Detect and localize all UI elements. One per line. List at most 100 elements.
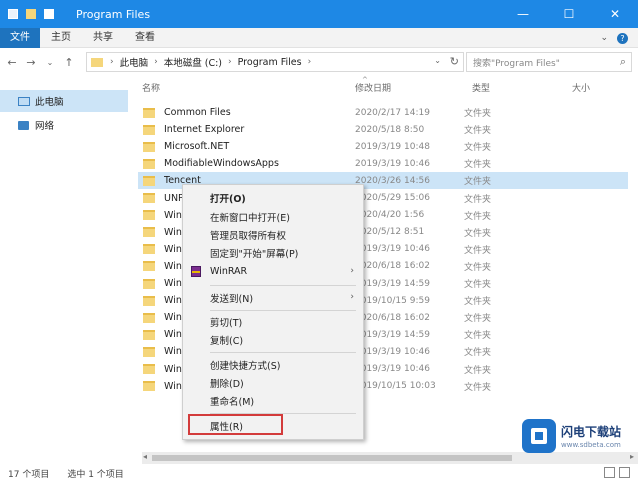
folder-icon xyxy=(143,107,155,118)
file-type: 文件夹 xyxy=(464,331,492,342)
folder-icon xyxy=(143,346,155,357)
breadcrumb-local-disk[interactable]: 本地磁盘 (C:) xyxy=(164,55,222,69)
file-date: 2019/3/19 10:46 xyxy=(355,364,430,374)
file-type: 文件夹 xyxy=(464,314,492,325)
menu-item-copy[interactable]: 复制(C) xyxy=(183,330,363,349)
column-header-date[interactable]: 修改日期 xyxy=(355,81,391,94)
file-type: 文件夹 xyxy=(464,382,492,393)
file-date: 2019/10/15 9:59 xyxy=(355,295,430,306)
breadcrumb-separator[interactable]: › xyxy=(154,57,158,67)
file-type: 文件夹 xyxy=(464,280,492,290)
menu-item-take-ownership[interactable]: 管理员取得所有权 xyxy=(183,225,363,244)
file-name: ModifiableWindowsApps xyxy=(164,158,279,170)
scrollbar-thumb[interactable] xyxy=(152,455,512,461)
breadcrumb-separator[interactable]: › xyxy=(228,57,232,67)
column-header-size[interactable]: 大小 xyxy=(572,81,590,94)
sidebar-item-network[interactable]: 网络 xyxy=(0,114,128,136)
file-type: 文件夹 xyxy=(464,126,492,137)
column-header-type[interactable]: 类型 xyxy=(472,81,490,94)
menu-item-winrar[interactable]: WinRAR › xyxy=(183,262,363,281)
table-row[interactable]: Microsoft.NET 2019/3/19 10:48 文件夹 xyxy=(138,138,628,155)
file-date: 2020/5/18 8:50 xyxy=(355,124,425,135)
site-logo-icon xyxy=(522,419,556,453)
recent-locations-button[interactable]: ⌄ xyxy=(43,58,57,67)
search-icon[interactable]: ⌕ xyxy=(620,55,626,69)
file-date: 2020/4/20 1:56 xyxy=(355,210,425,221)
menu-item-create-shortcut[interactable]: 创建快捷方式(S) xyxy=(183,355,363,374)
file-date: 2020/5/29 15:06 xyxy=(355,193,430,203)
breadcrumb-separator[interactable]: › xyxy=(308,57,312,67)
address-row: ← → ⌄ ↑ › 此电脑 › 本地磁盘 (C:) › Program File… xyxy=(0,48,638,76)
menu-item-send-to[interactable]: 发送到(N) › xyxy=(183,288,363,307)
highlight-box xyxy=(188,414,283,435)
address-bar[interactable]: › 此电脑 › 本地磁盘 (C:) › Program Files › ⌄ ↻ xyxy=(86,52,464,72)
maximize-button[interactable]: ☐ xyxy=(546,0,592,28)
file-type: 文件夹 xyxy=(464,245,492,256)
network-icon xyxy=(18,120,29,130)
tab-view[interactable]: 查看 xyxy=(124,28,166,48)
watermark-url: www.sdbeta.com xyxy=(561,441,621,449)
breadcrumb-program-files[interactable]: Program Files xyxy=(238,57,302,68)
menu-item-cut[interactable]: 剪切(T) xyxy=(183,312,363,331)
menu-item-open-new-window[interactable]: 在新窗口中打开(E) xyxy=(183,207,363,226)
folder-icon xyxy=(143,193,155,203)
folder-icon xyxy=(143,295,155,306)
navigation-pane: 此电脑 网络 xyxy=(0,76,128,456)
close-button[interactable]: ✕ xyxy=(592,0,638,28)
up-button[interactable]: ↑ xyxy=(62,56,76,69)
column-header-name[interactable]: 名称 xyxy=(142,81,160,94)
search-placeholder: 搜索"Program Files" xyxy=(473,58,560,69)
details-view-icon[interactable] xyxy=(604,467,615,478)
new-folder-icon[interactable] xyxy=(26,9,36,19)
watermark-text: 闪电下载站 www.sdbeta.com xyxy=(561,423,621,449)
file-date: 2019/3/19 10:46 xyxy=(355,244,430,255)
tab-file[interactable]: 文件 xyxy=(0,27,40,48)
folder-icon xyxy=(143,329,155,340)
quick-access-icon[interactable] xyxy=(44,9,54,19)
file-type: 文件夹 xyxy=(464,348,492,359)
sidebar-item-label: 网络 xyxy=(35,121,55,132)
expand-ribbon-icon[interactable]: ⌄ xyxy=(600,33,608,43)
scroll-left-icon[interactable]: ◂ xyxy=(143,452,147,461)
back-button[interactable]: ← xyxy=(5,56,19,69)
table-row[interactable]: Internet Explorer 2020/5/18 8:50 文件夹 xyxy=(138,121,628,138)
file-date: 2019/3/19 10:46 xyxy=(355,346,430,357)
submenu-arrow-icon: › xyxy=(350,266,354,276)
watermark: 闪电下载站 www.sdbeta.com xyxy=(522,416,634,456)
file-type: 文件夹 xyxy=(464,194,492,205)
menu-item-rename[interactable]: 重命名(M) xyxy=(183,391,363,410)
forward-button[interactable]: → xyxy=(24,56,38,69)
address-dropdown-icon[interactable]: ⌄ xyxy=(434,56,441,65)
window-title: Program Files xyxy=(76,7,151,21)
status-selection: 选中 1 个项目 xyxy=(67,469,124,480)
file-type: 文件夹 xyxy=(464,143,492,154)
menu-item-open[interactable]: 打开(O) xyxy=(183,188,363,207)
table-row[interactable]: ModifiableWindowsApps 2019/3/19 10:46 文件夹 xyxy=(138,155,628,172)
help-icon[interactable]: ? xyxy=(617,32,628,44)
breadcrumb-this-pc[interactable]: 此电脑 xyxy=(120,55,149,69)
window-properties-icon[interactable] xyxy=(8,9,18,19)
refresh-icon[interactable]: ↻ xyxy=(450,55,459,68)
folder-icon xyxy=(143,244,155,255)
context-menu: 打开(O) 在新窗口中打开(E) 管理员取得所有权 固定到"开始"屏幕(P) W… xyxy=(182,184,364,440)
minimize-button[interactable]: — xyxy=(500,0,546,28)
address-folder-icon xyxy=(91,57,103,67)
tab-home[interactable]: 主页 xyxy=(40,28,82,48)
winrar-icon xyxy=(191,266,201,277)
file-type: 文件夹 xyxy=(464,177,492,188)
file-type: 文件夹 xyxy=(464,160,492,171)
search-input[interactable]: 搜索"Program Files" ⌕ xyxy=(466,52,632,72)
folder-icon xyxy=(143,381,155,392)
folder-icon xyxy=(143,141,155,152)
table-row[interactable]: Common Files 2020/2/17 14:19 文件夹 xyxy=(138,104,628,121)
watermark-title: 闪电下载站 xyxy=(561,425,622,439)
status-item-count: 17 个项目 xyxy=(8,469,50,480)
file-type: 文件夹 xyxy=(464,109,492,119)
sidebar-item-this-pc[interactable]: 此电脑 xyxy=(0,90,128,112)
tab-share[interactable]: 共享 xyxy=(82,28,124,48)
menu-item-pin-start[interactable]: 固定到"开始"屏幕(P) xyxy=(183,243,363,262)
menu-item-delete[interactable]: 删除(D) xyxy=(183,373,363,392)
file-date: 2020/6/18 16:02 xyxy=(355,312,430,323)
file-date: 2020/6/18 16:02 xyxy=(355,261,430,272)
large-icons-view-icon[interactable] xyxy=(619,467,630,478)
